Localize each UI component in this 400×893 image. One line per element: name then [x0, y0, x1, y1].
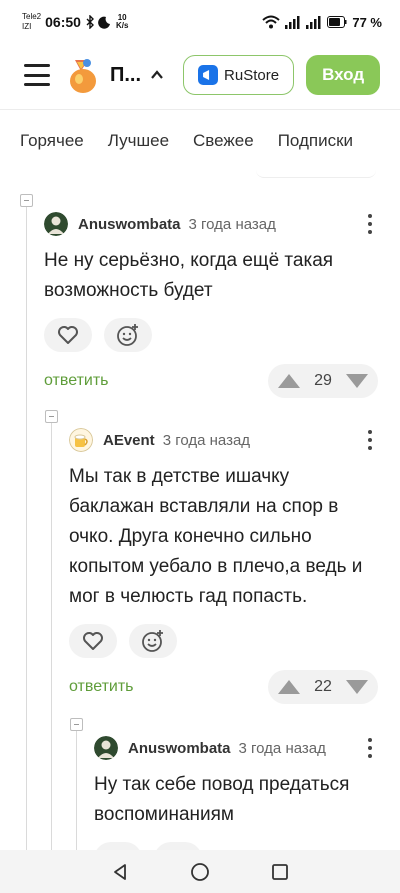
signal-icon — [285, 16, 300, 29]
back-icon[interactable] — [105, 857, 135, 887]
comment-time: 3 года назад — [238, 739, 326, 757]
network-speed: 10 K/s — [116, 14, 128, 30]
reply-link[interactable]: ответить — [44, 372, 109, 390]
rustore-label: RuStore — [224, 66, 280, 84]
emoji-add-icon — [117, 324, 138, 346]
speed-unit: K/s — [115, 21, 129, 30]
vote-up-icon[interactable] — [278, 680, 300, 694]
system-nav-bar — [0, 850, 400, 893]
vote-down-icon[interactable] — [345, 680, 368, 694]
rating-control: 22 — [268, 670, 378, 704]
comment-actions — [94, 842, 378, 850]
carrier-name: Tele2 — [22, 12, 42, 21]
moon-icon — [98, 16, 110, 29]
avatar[interactable] — [94, 736, 118, 760]
comment-time: 3 года назад — [162, 431, 251, 449]
comment-actions — [69, 624, 378, 658]
site-logo[interactable] — [66, 56, 100, 94]
comment-header: Anuswombata 3 года назад — [44, 210, 378, 238]
comment-actions — [44, 318, 378, 352]
comment-header: Anuswombata 3 года назад — [94, 734, 378, 762]
app-header: П... RuStore Вход — [0, 44, 400, 106]
reaction-button[interactable] — [154, 842, 202, 850]
status-icons: 10 K/s — [85, 14, 128, 30]
avatar[interactable] — [69, 428, 93, 452]
comment-3: Anuswombata 3 года назад Ну так себе пов… — [94, 734, 378, 850]
comment-author[interactable]: Anuswombata — [78, 216, 181, 233]
thread-line — [51, 422, 52, 850]
rustore-icon — [198, 65, 219, 85]
login-button[interactable]: Вход — [306, 55, 381, 95]
rating-score: 22 — [314, 678, 332, 695]
heart-icon — [83, 632, 103, 650]
comment-footer: ответить 29 — [44, 364, 378, 398]
reaction-button[interactable] — [129, 624, 177, 658]
comments-feed[interactable]: Anuswombata 3 года назад Не ну серьёзно,… — [0, 170, 400, 850]
carrier-info: Tele2 IZI — [22, 12, 41, 32]
signal-icon-2 — [306, 16, 321, 29]
battery-icon — [327, 16, 347, 28]
more-vert-icon[interactable] — [362, 736, 378, 760]
collapse-thread-button[interactable] — [45, 410, 58, 423]
more-vert-icon[interactable] — [362, 428, 378, 452]
site-name[interactable]: П... — [110, 64, 141, 87]
comment-author[interactable]: AEvent — [103, 432, 155, 449]
heart-icon — [58, 326, 78, 344]
header-divider — [0, 109, 400, 110]
vote-down-icon[interactable] — [345, 374, 368, 388]
bluetooth-icon — [86, 15, 94, 29]
menu-icon[interactable] — [24, 64, 50, 86]
comment-text: Ну так себе повод предаться воспоминания… — [94, 774, 350, 825]
like-button[interactable] — [69, 624, 117, 658]
chevron-up-icon[interactable] — [149, 67, 165, 83]
rating-control: 29 — [268, 364, 378, 398]
emoji-add-icon — [142, 630, 163, 652]
recents-icon[interactable] — [265, 857, 295, 887]
comment-footer: ответить 22 — [69, 670, 378, 704]
collapse-thread-button[interactable] — [20, 194, 33, 207]
like-button[interactable] — [44, 318, 92, 352]
rustore-button[interactable]: RuStore — [183, 55, 295, 95]
battery-level: 77 % — [352, 14, 382, 30]
tab-fresh[interactable]: Свежее — [193, 131, 254, 151]
like-button[interactable] — [94, 842, 142, 850]
comment-text: Мы так в детстве ишачку баклажан вставля… — [69, 466, 363, 607]
comment-author[interactable]: Anuswombata — [128, 740, 231, 757]
more-vert-icon[interactable] — [362, 212, 378, 236]
reply-link[interactable]: ответить — [69, 678, 134, 696]
collapse-thread-button[interactable] — [70, 718, 83, 731]
avatar[interactable] — [44, 212, 68, 236]
comment-text: Не ну серьёзно, когда ещё такая возможно… — [44, 250, 334, 301]
vote-up-icon[interactable] — [278, 374, 300, 388]
comment-2: AEvent 3 года назад Мы так в детстве иша… — [69, 426, 378, 676]
tab-hot[interactable]: Горячее — [20, 131, 84, 151]
reaction-button[interactable] — [104, 318, 152, 352]
status-bar: Tele2 IZI 06:50 10 K/s 77 % — [0, 0, 400, 44]
tab-best[interactable]: Лучшее — [108, 131, 169, 151]
carrier-name-secondary: IZI — [22, 22, 32, 31]
home-icon[interactable] — [185, 857, 215, 887]
wifi-icon — [262, 15, 281, 29]
comment-time: 3 года назад — [188, 215, 276, 233]
thread-line — [76, 730, 77, 850]
tab-subscriptions[interactable]: Подписки — [278, 131, 353, 151]
status-right: 77 % — [262, 15, 382, 30]
previous-card-edge — [256, 170, 376, 178]
comment-header: AEvent 3 года назад — [69, 426, 378, 454]
rating-score: 29 — [314, 372, 332, 389]
status-time: 06:50 — [45, 14, 81, 30]
thread-line — [26, 206, 27, 850]
feed-tabs: Горячее Лучшее Свежее Подписки — [0, 120, 400, 162]
